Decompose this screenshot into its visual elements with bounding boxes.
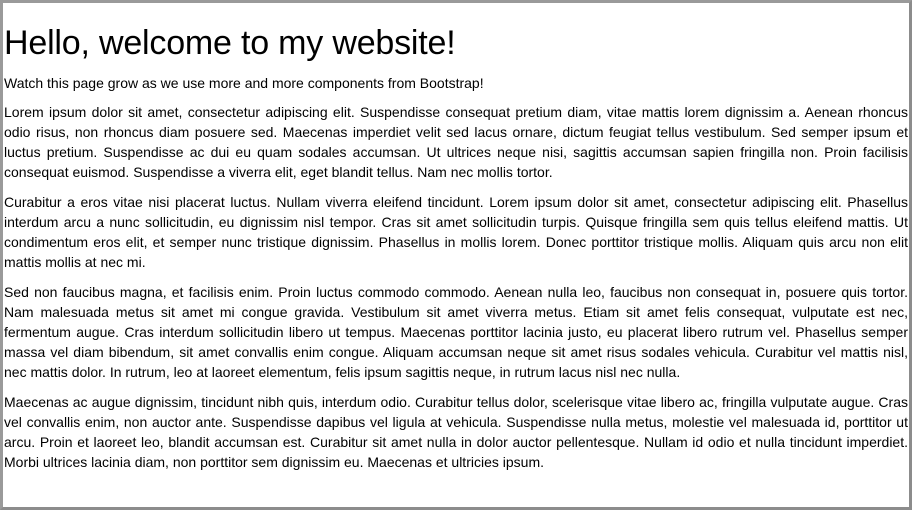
content-paragraph-3: Sed non faucibus magna, et facilisis eni… — [4, 284, 908, 380]
page-lead-text: Watch this page grow as we use more and … — [4, 75, 484, 91]
content-paragraph-2: Curabitur a eros vitae nisi placerat luc… — [4, 194, 908, 270]
content-paragraph-1: Lorem ipsum dolor sit amet, consectetur … — [4, 104, 908, 180]
page-content: Hello, welcome to my website! Watch this… — [4, 3, 908, 472]
content-paragraph-4: Maecenas ac augue dignissim, tincidunt n… — [4, 394, 908, 470]
page-title: Hello, welcome to my website! — [4, 24, 456, 62]
browser-viewport: Hello, welcome to my website! Watch this… — [0, 0, 912, 510]
